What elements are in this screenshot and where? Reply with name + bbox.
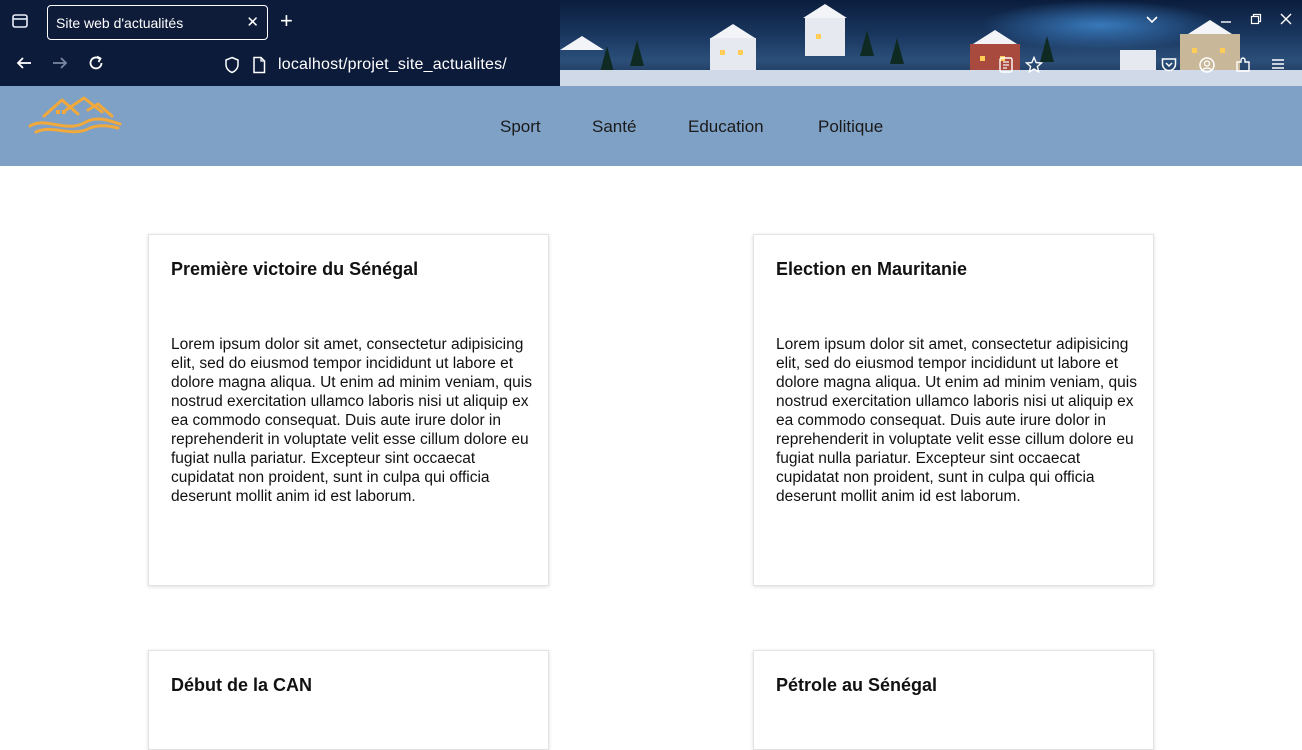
article-card[interactable]: Pétrole au Sénégal — [753, 650, 1154, 750]
forward-arrow-icon[interactable] — [49, 54, 71, 77]
account-icon[interactable] — [1198, 56, 1216, 78]
tab-title: Site web d'actualités — [56, 15, 184, 31]
restore-icon[interactable] — [1250, 12, 1262, 28]
close-icon[interactable]: ✕ — [246, 13, 259, 31]
bookmark-star-icon[interactable] — [1024, 55, 1044, 78]
site-header: Sport Santé Education Politique — [0, 86, 1302, 166]
tab-strip: Site web d'actualités ✕ + — [0, 0, 1302, 44]
extensions-icon[interactable] — [1234, 56, 1252, 78]
menu-item-politique[interactable]: Politique — [818, 117, 883, 137]
main-menu: Sport Santé Education Politique — [0, 117, 1302, 137]
back-arrow-icon[interactable] — [13, 54, 35, 77]
close-window-icon[interactable] — [1280, 12, 1292, 28]
browser-chrome: Site web d'actualités ✕ + localhost/proj… — [0, 0, 1302, 86]
pocket-icon[interactable] — [1160, 56, 1178, 78]
article-title[interactable]: Première victoire du Sénégal — [171, 259, 418, 280]
reload-icon[interactable] — [85, 54, 107, 77]
article-card[interactable]: Début de la CAN — [148, 650, 549, 750]
tracking-protection-shield-icon[interactable] — [224, 56, 240, 77]
article-title[interactable]: Pétrole au Sénégal — [776, 675, 937, 696]
menu-item-sport[interactable]: Sport — [500, 117, 541, 137]
url-bar[interactable]: localhost/projet_site_actualites/ — [220, 50, 780, 80]
menu-item-sante[interactable]: Santé — [592, 117, 636, 137]
tab-list-icon[interactable] — [10, 12, 30, 32]
article-card[interactable]: Première victoire du Sénégal Lorem ipsum… — [148, 234, 549, 586]
menu-item-education[interactable]: Education — [688, 117, 764, 137]
article-title[interactable]: Election en Mauritanie — [776, 259, 967, 280]
article-body: Lorem ipsum dolor sit amet, consectetur … — [171, 336, 532, 505]
url-text[interactable]: localhost/projet_site_actualites/ — [278, 56, 507, 74]
reader-view-icon[interactable] — [998, 56, 1014, 78]
active-tab[interactable]: Site web d'actualités ✕ — [47, 5, 268, 40]
page-info-icon[interactable] — [252, 56, 266, 77]
article-body: Lorem ipsum dolor sit amet, consectetur … — [776, 336, 1137, 505]
list-all-tabs-icon[interactable] — [1145, 12, 1159, 29]
minimize-icon[interactable] — [1220, 12, 1232, 29]
hamburger-menu-icon[interactable] — [1270, 56, 1286, 76]
plus-icon[interactable]: + — [280, 9, 293, 33]
navigation-toolbar: localhost/projet_site_actualites/ — [0, 44, 1302, 86]
article-card[interactable]: Election en Mauritanie Lorem ipsum dolor… — [753, 234, 1154, 586]
article-title[interactable]: Début de la CAN — [171, 675, 312, 696]
